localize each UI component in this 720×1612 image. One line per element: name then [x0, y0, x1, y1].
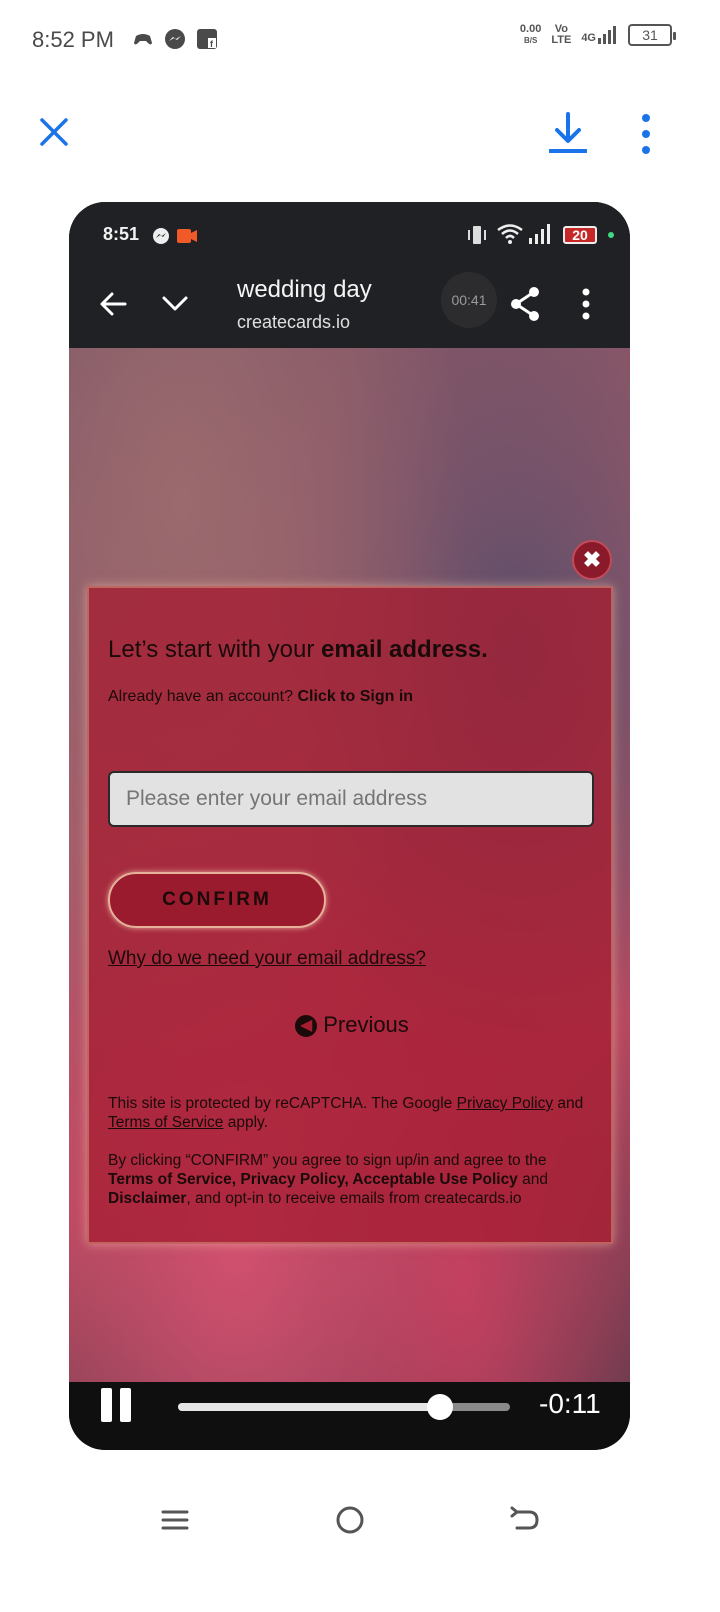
back-arrow-icon[interactable] — [99, 290, 127, 318]
account-prompt: Already have an account? Click to Sign i… — [108, 688, 413, 706]
web-content: ✖ Let’s start with your email address. A… — [69, 348, 630, 1382]
network-type: 4G — [581, 32, 596, 44]
legal2-text: By clicking “CONFIRM” you agree to sign … — [108, 1152, 547, 1169]
signal-indicator: 4G — [581, 26, 618, 44]
close-button[interactable] — [36, 114, 72, 150]
pause-button[interactable] — [101, 1388, 133, 1422]
wifi-icon — [497, 224, 523, 244]
back-icon — [510, 1506, 539, 1530]
download-button[interactable] — [546, 112, 590, 156]
video-status-bar: 8:51 20 — [69, 202, 630, 272]
privacy-policy-link[interactable]: Privacy Policy — [457, 1095, 553, 1112]
net-speed: 0.00 B/S — [520, 24, 541, 46]
messenger-icon — [153, 228, 169, 244]
pause-icon-bar — [120, 1388, 131, 1422]
close-icon — [40, 118, 68, 146]
time-remaining: -0:11 — [539, 1388, 601, 1419]
consent-notice: By clicking “CONFIRM” you agree to sign … — [108, 1151, 588, 1208]
why-email-link[interactable]: Why do we need your email address? — [108, 948, 426, 970]
signal-icon — [598, 26, 616, 44]
seek-progress — [178, 1403, 441, 1411]
video-battery: 20 — [563, 226, 597, 244]
share-icon[interactable] — [509, 286, 541, 322]
video-status-time: 8:51 — [103, 224, 140, 244]
arrow-left-circle-icon: ◀ — [295, 1015, 318, 1038]
game-controller-icon — [132, 28, 154, 50]
browser-header: wedding day createcards.io 00:41 — [69, 266, 630, 350]
policies-link[interactable]: Terms of Service, Privacy Policy, Accept… — [108, 1171, 518, 1188]
video-player[interactable]: 8:51 20 wedding day createcards.io 00:41… — [69, 202, 630, 1450]
chevron-down-icon[interactable] — [161, 294, 189, 314]
signal-icon — [529, 224, 550, 244]
legal1-apply: apply. — [223, 1114, 268, 1131]
disclaimer-link[interactable]: Disclaimer — [108, 1190, 186, 1207]
previous-label: Previous — [323, 1012, 409, 1037]
system-icons: 0.00 B/S Vo LTE 4G 31 — [520, 24, 676, 46]
volte-bottom: LTE — [551, 34, 572, 46]
battery-indicator: 31 — [628, 24, 676, 46]
privacy-dot — [608, 232, 614, 238]
system-nav-bar — [0, 1480, 720, 1570]
confirm-button[interactable]: CONFIRM — [108, 872, 326, 928]
recaptcha-notice: This site is protected by reCAPTCHA. The… — [108, 1094, 588, 1132]
previous-button[interactable]: ◀ Previous — [89, 1012, 615, 1038]
recording-timer: 00:41 — [441, 272, 497, 328]
legal1-and: and — [553, 1095, 584, 1112]
net-speed-unit: B/S — [523, 36, 538, 45]
seek-bar[interactable] — [178, 1394, 510, 1420]
heading-bold: email address. — [320, 636, 488, 663]
status-bar: 8:52 PM f 0.00 B/S Vo LTE 4G 31 — [0, 0, 720, 80]
download-icon — [549, 112, 587, 153]
terms-of-service-link[interactable]: Terms of Service — [108, 1114, 223, 1131]
more-vert-icon[interactable] — [579, 288, 593, 320]
page-title: wedding day — [237, 276, 372, 303]
legal1-text: This site is protected by reCAPTCHA. The… — [108, 1095, 457, 1112]
close-icon: ✖ — [582, 547, 602, 572]
page-url: createcards.io — [237, 312, 351, 332]
menu-icon — [161, 1510, 189, 1530]
heading-plain: Let’s start with your — [108, 636, 321, 663]
vibrate-icon — [468, 226, 486, 244]
volte-indicator: Vo LTE — [551, 24, 571, 46]
more-options-button[interactable] — [632, 112, 660, 156]
facebook-page-icon: f — [196, 28, 218, 50]
status-time: 8:52 PM — [32, 27, 114, 52]
notification-icons: f — [132, 28, 218, 50]
signin-link[interactable]: Click to Sign in — [297, 688, 413, 705]
more-vert-icon — [642, 114, 650, 154]
email-input[interactable] — [108, 771, 594, 827]
home-button[interactable] — [330, 1500, 370, 1540]
legal2-optin: , and opt-in to receive emails from crea… — [186, 1190, 522, 1207]
back-button[interactable] — [505, 1500, 545, 1540]
net-speed-value: 0.00 — [519, 23, 542, 35]
modal-heading: Let’s start with your email address. — [108, 636, 488, 664]
video-record-icon — [177, 229, 197, 243]
signup-modal: Let’s start with your email address. Alr… — [87, 586, 613, 1244]
pause-icon — [101, 1388, 112, 1422]
modal-close-button[interactable]: ✖ — [572, 540, 612, 580]
legal2-and: and — [517, 1171, 548, 1188]
messenger-icon — [164, 28, 186, 50]
recents-button[interactable] — [155, 1500, 195, 1540]
home-circle-icon — [336, 1506, 364, 1534]
account-text: Already have an account? — [108, 688, 298, 705]
